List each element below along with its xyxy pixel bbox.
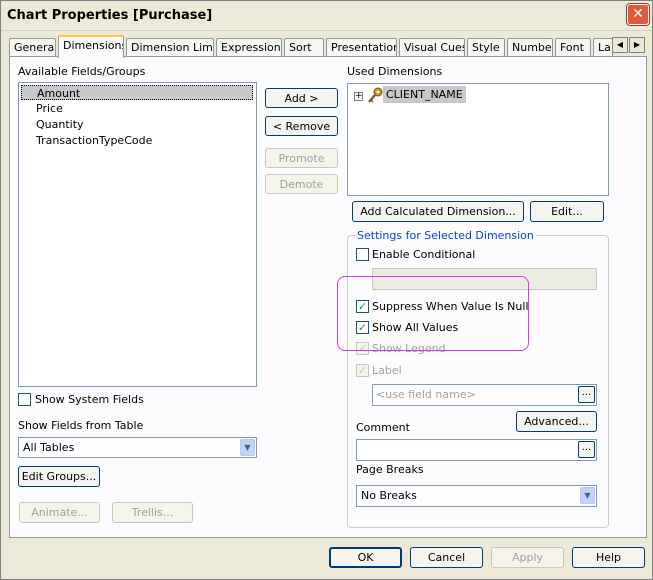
suppress-null-label: Suppress When Value Is Null: [372, 300, 529, 313]
available-fields-list[interactable]: Amount Price Quantity TransactionTypeCod…: [18, 82, 257, 387]
tab-visual-cues[interactable]: Visual Cues: [399, 38, 465, 57]
add-calculated-dimension-button[interactable]: Add Calculated Dimension...: [352, 201, 524, 222]
title-bar: Chart Properties [Purchase] ✕: [1, 1, 652, 31]
list-item[interactable]: TransactionTypeCode: [21, 133, 253, 148]
tab-general[interactable]: General: [9, 38, 56, 57]
ok-button[interactable]: OK: [329, 547, 402, 568]
tab-number[interactable]: Number: [507, 38, 553, 57]
plus-icon[interactable]: +: [354, 92, 363, 101]
tab-presentation[interactable]: Presentation: [326, 38, 397, 57]
tab-strip: General Dimensions Dimension Limits Expr…: [9, 35, 649, 58]
label-expression-button[interactable]: ...: [578, 386, 595, 403]
tab-sort[interactable]: Sort: [284, 38, 324, 57]
list-item[interactable]: Quantity: [21, 117, 253, 132]
show-system-fields-label: Show System Fields: [35, 393, 144, 406]
tab-scroll-right-button[interactable]: ▶: [629, 37, 645, 53]
chart-properties-dialog: Chart Properties [Purchase] ✕ General Di…: [0, 0, 653, 580]
tab-style[interactable]: Style: [467, 38, 505, 57]
tab-dimensions[interactable]: Dimensions: [58, 35, 124, 58]
remove-button[interactable]: < Remove: [265, 116, 338, 136]
tab-expressions[interactable]: Expressions: [216, 38, 282, 57]
tab-font[interactable]: Font: [555, 38, 591, 57]
page-breaks-value: No Breaks: [361, 489, 417, 502]
triangle-right-icon: ▶: [633, 40, 641, 49]
show-all-values-checkbox[interactable]: ✓: [356, 321, 369, 334]
demote-button[interactable]: Demote: [265, 174, 338, 194]
show-legend-checkbox[interactable]: ✓: [356, 342, 369, 355]
table-select[interactable]: All Tables ▼: [18, 437, 257, 458]
label-text-field[interactable]: <use field name>: [372, 384, 597, 406]
close-button[interactable]: ✕: [627, 4, 649, 25]
label-option-label: Label: [372, 364, 402, 377]
label-checkbox[interactable]: ✓: [356, 364, 369, 377]
advanced-button[interactable]: Advanced...: [516, 411, 597, 432]
tab-dimension-limits[interactable]: Dimension Limits: [126, 38, 214, 57]
used-dimensions-tree[interactable]: + CLIENT_NAME: [347, 83, 609, 196]
add-button[interactable]: Add >: [265, 88, 338, 108]
promote-button[interactable]: Promote: [265, 148, 338, 168]
enable-conditional-checkbox[interactable]: [356, 248, 369, 261]
triangle-left-icon: ◀: [616, 40, 624, 49]
window-title: Chart Properties [Purchase]: [7, 8, 213, 23]
trellis-button[interactable]: Trellis...: [112, 502, 193, 523]
used-dimension-item[interactable]: CLIENT_NAME: [383, 86, 466, 103]
chevron-down-icon[interactable]: ▼: [240, 439, 255, 456]
list-item[interactable]: Amount: [21, 85, 253, 100]
table-select-value: All Tables: [23, 441, 75, 454]
show-system-fields-checkbox[interactable]: [18, 393, 31, 406]
tab-layout-partial[interactable]: La: [593, 38, 613, 57]
help-button[interactable]: Help: [572, 547, 645, 568]
animate-button[interactable]: Animate...: [19, 502, 100, 523]
cancel-button[interactable]: Cancel: [410, 547, 483, 568]
suppress-null-checkbox[interactable]: ✓: [356, 300, 369, 313]
page-breaks-label: Page Breaks: [356, 463, 424, 476]
enable-conditional-label: Enable Conditional: [372, 248, 476, 261]
comment-expression-button[interactable]: ...: [578, 441, 595, 458]
close-icon: ✕: [632, 6, 644, 22]
settings-legend: Settings for Selected Dimension: [355, 229, 536, 242]
tab-scroll: ◀ ▶: [612, 37, 646, 53]
tab-scroll-left-button[interactable]: ◀: [612, 37, 628, 53]
label-placeholder: <use field name>: [376, 388, 476, 401]
used-dimensions-label: Used Dimensions: [347, 65, 443, 78]
show-all-values-label: Show All Values: [372, 321, 459, 334]
available-fields-label: Available Fields/Groups: [18, 65, 146, 78]
edit-button[interactable]: Edit...: [530, 201, 604, 222]
page-breaks-select[interactable]: No Breaks ▼: [356, 485, 597, 507]
show-legend-label: Show Legend: [372, 342, 446, 355]
comment-label: Comment: [356, 421, 410, 434]
apply-button[interactable]: Apply: [491, 547, 564, 568]
show-fields-from-table-label: Show Fields from Table: [18, 419, 144, 432]
key-icon: [368, 87, 383, 103]
comment-field[interactable]: [356, 439, 597, 461]
edit-groups-button[interactable]: Edit Groups...: [18, 466, 100, 487]
list-item[interactable]: Price: [21, 101, 253, 116]
chevron-down-icon[interactable]: ▼: [580, 487, 595, 504]
conditional-expression-field[interactable]: [372, 268, 597, 290]
